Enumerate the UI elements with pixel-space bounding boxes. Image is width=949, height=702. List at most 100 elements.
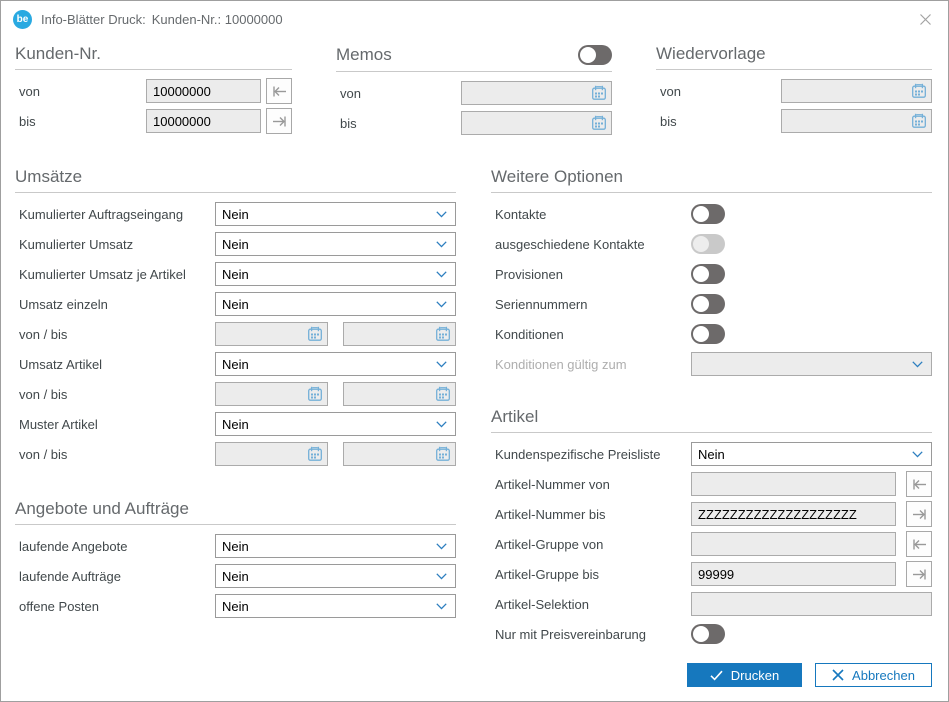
- umsatz-einzeln-select[interactable]: Nein: [215, 292, 456, 316]
- date-to-input[interactable]: [343, 442, 456, 466]
- calendar-icon[interactable]: [435, 446, 451, 462]
- kunden-nr-von-input[interactable]: 10000000: [146, 79, 261, 103]
- artikel-gruppe-von-row: Artikel-Gruppe von: [491, 529, 932, 559]
- drucken-button[interactable]: Drucken: [687, 663, 802, 687]
- field-label: Artikel-Selektion: [491, 597, 691, 612]
- section-title: Artikel: [491, 408, 538, 426]
- kunden-nr-bis-input[interactable]: 10000000: [146, 109, 261, 133]
- field-label: Artikel-Nummer bis: [491, 507, 691, 522]
- date-to-input[interactable]: [343, 322, 456, 346]
- goto-first-button[interactable]: [906, 471, 932, 497]
- toggle-knob: [693, 326, 709, 342]
- wiedervorlage-von-date-input[interactable]: [781, 79, 932, 103]
- memos-toggle[interactable]: [578, 45, 612, 65]
- abbrechen-button-label: Abbrechen: [852, 668, 915, 683]
- field-label: Muster Artikel: [15, 417, 215, 432]
- select-value: Nein: [222, 357, 249, 372]
- field-label: bis: [336, 116, 461, 131]
- calendar-icon[interactable]: [591, 115, 607, 131]
- wiedervorlage-bis-date-input[interactable]: [781, 109, 932, 133]
- memos-von-date-input[interactable]: [461, 81, 612, 105]
- calendar-icon[interactable]: [435, 326, 451, 342]
- artikel-nummer-bis-input[interactable]: ZZZZZZZZZZZZZZZZZZZZ: [691, 502, 896, 526]
- section-title: Kunden-Nr.: [15, 45, 101, 63]
- goto-last-button[interactable]: [906, 501, 932, 527]
- ausgeschiedene-kontakte-toggle: [691, 234, 725, 254]
- calendar-icon[interactable]: [911, 113, 927, 129]
- section-header: Weitere Optionen: [491, 168, 932, 193]
- window-title-app: Info-Blätter Druck:: [41, 12, 146, 27]
- artikel-selektion-row: Artikel-Selektion: [491, 589, 932, 619]
- calendar-icon[interactable]: [307, 326, 323, 342]
- chevron-down-icon: [436, 421, 447, 428]
- kumulierter-umsatz-je-artikel-select[interactable]: Nein: [215, 262, 456, 286]
- kundenspezifische-preisliste-select[interactable]: Nein: [691, 442, 932, 466]
- section-umsaetze: Umsätze Kumulierter Auftragseingang Nein…: [15, 168, 456, 469]
- select-value: Nein: [222, 599, 249, 614]
- goto-last-icon: [912, 568, 927, 581]
- close-button[interactable]: [914, 8, 936, 30]
- provisionen-row: Provisionen: [491, 259, 932, 289]
- field-label: Artikel-Nummer von: [491, 477, 691, 492]
- artikel-gruppe-von-input[interactable]: [691, 532, 896, 556]
- artikel-selektion-input[interactable]: [691, 592, 932, 616]
- field-label: Konditionen gültig zum: [491, 357, 691, 372]
- calendar-icon[interactable]: [435, 386, 451, 402]
- kumulierter-umsatz-select[interactable]: Nein: [215, 232, 456, 256]
- date-from-input[interactable]: [215, 322, 328, 346]
- memos-bis-date-input[interactable]: [461, 111, 612, 135]
- goto-last-button[interactable]: [266, 108, 292, 134]
- goto-first-icon: [912, 478, 927, 491]
- artikel-nummer-von-row: Artikel-Nummer von: [491, 469, 932, 499]
- date-from-input[interactable]: [215, 382, 328, 406]
- umsatz-einzeln-von-bis-row: von / bis: [15, 319, 456, 349]
- field-label: Umsatz Artikel: [15, 357, 215, 372]
- ausgeschiedene-kontakte-row: ausgeschiedene Kontakte: [491, 229, 932, 259]
- konditionen-toggle[interactable]: [691, 324, 725, 344]
- field-label: Kumulierter Umsatz je Artikel: [15, 267, 215, 282]
- section-title: Memos: [336, 46, 392, 64]
- section-angebote-und-auftraege: Angebote und Aufträge laufende Angebote …: [15, 500, 456, 621]
- artikel-gruppe-bis-row: Artikel-Gruppe bis 99999: [491, 559, 932, 589]
- field-label: von / bis: [15, 387, 215, 402]
- nur-mit-preisvereinbarung-toggle[interactable]: [691, 624, 725, 644]
- section-header: Angebote und Aufträge: [15, 500, 456, 525]
- select-value: Nein: [222, 539, 249, 554]
- chevron-down-icon: [436, 301, 447, 308]
- check-icon: [710, 670, 723, 681]
- toggle-knob: [693, 266, 709, 282]
- chevron-down-icon: [436, 573, 447, 580]
- calendar-icon[interactable]: [911, 83, 927, 99]
- field-label: Seriennummern: [491, 297, 691, 312]
- drucken-button-label: Drucken: [731, 668, 779, 683]
- goto-first-button[interactable]: [266, 78, 292, 104]
- field-label: Kumulierter Auftragseingang: [15, 207, 215, 222]
- goto-last-button[interactable]: [906, 561, 932, 587]
- kontakte-toggle[interactable]: [691, 204, 725, 224]
- provisionen-toggle[interactable]: [691, 264, 725, 284]
- laufende-auftraege-select[interactable]: Nein: [215, 564, 456, 588]
- toggle-knob: [693, 236, 709, 252]
- toggle-knob: [693, 626, 709, 642]
- select-value: Nein: [698, 447, 725, 462]
- umsatz-artikel-select[interactable]: Nein: [215, 352, 456, 376]
- artikel-nummer-von-input[interactable]: [691, 472, 896, 496]
- section-header: Kunden-Nr.: [15, 45, 292, 70]
- calendar-icon[interactable]: [591, 85, 607, 101]
- section-kunden-nr: Kunden-Nr. von 10000000 bis 10000000: [15, 45, 292, 136]
- muster-artikel-select[interactable]: Nein: [215, 412, 456, 436]
- artikel-gruppe-bis-input[interactable]: 99999: [691, 562, 896, 586]
- seriennummern-toggle[interactable]: [691, 294, 725, 314]
- laufende-angebote-select[interactable]: Nein: [215, 534, 456, 558]
- calendar-icon[interactable]: [307, 386, 323, 402]
- calendar-icon[interactable]: [307, 446, 323, 462]
- kumulierter-auftragseingang-select[interactable]: Nein: [215, 202, 456, 226]
- goto-first-button[interactable]: [906, 531, 932, 557]
- abbrechen-button[interactable]: Abbrechen: [815, 663, 932, 687]
- konditionen-row: Konditionen: [491, 319, 932, 349]
- date-from-input[interactable]: [215, 442, 328, 466]
- offene-posten-select[interactable]: Nein: [215, 594, 456, 618]
- toggle-knob: [693, 296, 709, 312]
- field-label: Provisionen: [491, 267, 691, 282]
- date-to-input[interactable]: [343, 382, 456, 406]
